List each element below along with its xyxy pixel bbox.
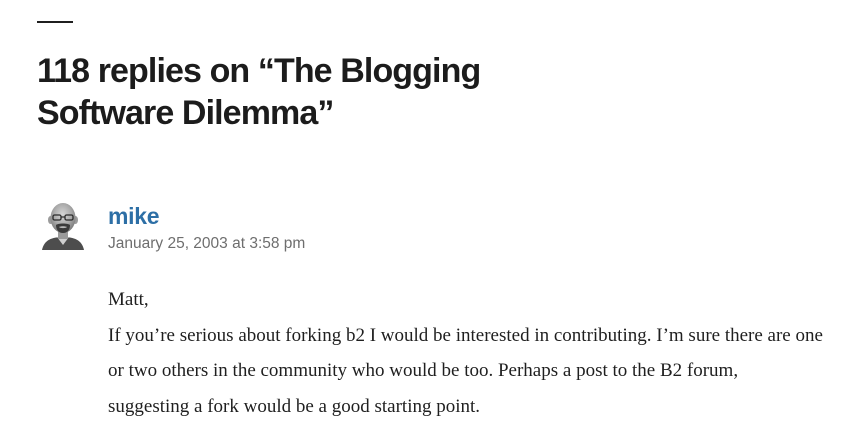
comment-body: Matt, If you’re serious about forking b2… [108, 282, 823, 424]
comment: mike January 25, 2003 at 3:58 pm Matt, I… [0, 0, 844, 444]
user-avatar-icon [40, 200, 86, 250]
comment-greeting: Matt, [108, 289, 149, 310]
comment-date-link[interactable]: January 25, 2003 at 3:58 pm [108, 234, 305, 254]
comment-author-link[interactable]: mike [108, 201, 160, 231]
comment-text: If you’re serious about forking b2 I wou… [108, 324, 823, 417]
